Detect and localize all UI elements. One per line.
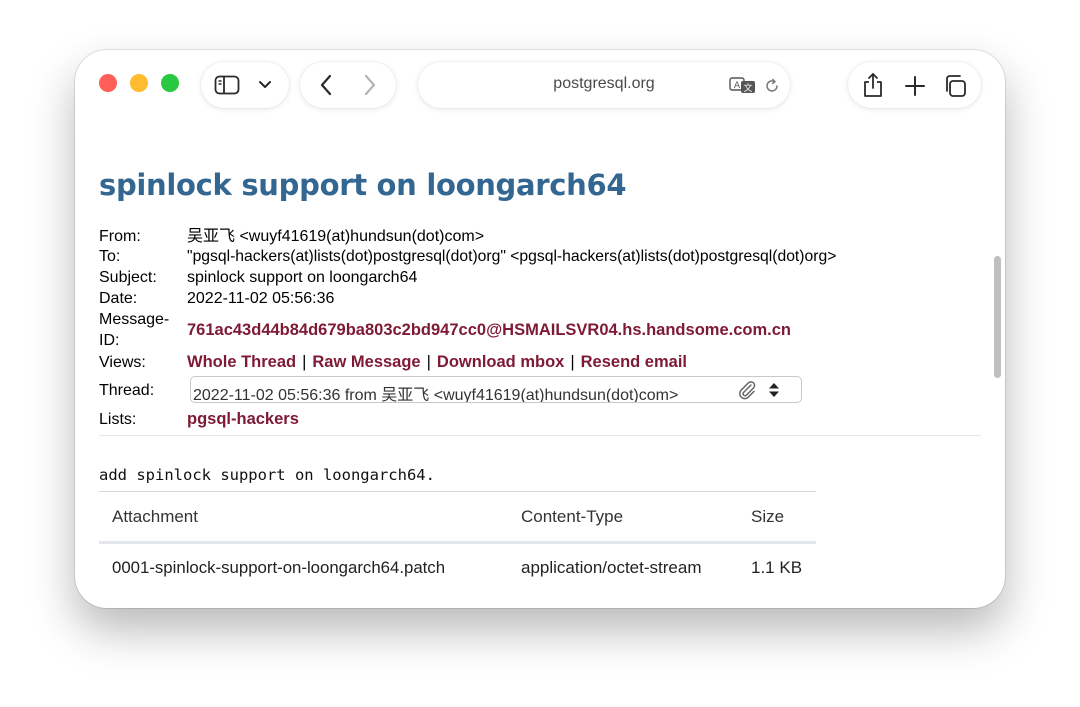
download-mbox-link[interactable]: Download mbox — [437, 353, 564, 371]
thread-select[interactable]: 2022-11-02 05:56:36 from 吴亚飞 <wuyf41619(… — [190, 376, 802, 403]
page-content: spinlock support on loongarch64 From: 吴亚… — [99, 120, 981, 608]
thread-label: Thread: — [99, 382, 155, 399]
table-top-border — [99, 491, 816, 492]
tab-overview-icon[interactable] — [941, 73, 969, 99]
views-label: Views: — [99, 354, 146, 371]
views-separator: | — [570, 353, 575, 371]
resend-email-link[interactable]: Resend email — [581, 353, 687, 371]
lists-label: Lists: — [99, 411, 137, 428]
share-icon[interactable] — [860, 71, 886, 99]
navigation-control — [300, 62, 396, 108]
to-value: "pgsql-hackers(at)lists(dot)postgresql(d… — [187, 248, 837, 265]
select-arrows-icon — [767, 381, 781, 402]
translate-icon[interactable]: A 文 — [729, 75, 757, 95]
subject-value: spinlock support on loongarch64 — [187, 269, 418, 286]
reload-icon[interactable] — [762, 76, 782, 96]
chevron-down-icon[interactable] — [255, 76, 275, 94]
sidebar-control — [201, 62, 289, 108]
forward-arrow-icon[interactable] — [358, 73, 382, 97]
whole-thread-link[interactable]: Whole Thread — [187, 353, 296, 371]
content-type-column-header: Content-Type — [521, 507, 624, 526]
new-tab-icon[interactable] — [902, 73, 928, 99]
thread-select-value: 2022-11-02 05:56:36 from 吴亚飞 <wuyf41619(… — [193, 387, 679, 403]
from-value: 吴亚飞 <wuyf41619(at)hundsun(dot)com> — [187, 228, 485, 245]
views-separator: | — [426, 353, 431, 371]
to-label: To: — [99, 248, 121, 265]
date-label: Date: — [99, 290, 138, 307]
attachment-link[interactable]: 0001-spinlock-support-on-loongarch64.pat… — [112, 558, 445, 578]
date-value: 2022-11-02 05:56:36 — [187, 290, 335, 307]
attachment-column-header: Attachment — [112, 507, 198, 526]
close-window-button[interactable] — [99, 74, 117, 92]
attachment-content-type: application/octet-stream — [521, 558, 702, 577]
lists-link[interactable]: pgsql-hackers — [187, 411, 299, 428]
attachment-size: 1.1 KB — [751, 558, 803, 577]
from-label: From: — [99, 228, 141, 245]
svg-text:A: A — [734, 81, 741, 91]
zoom-window-button[interactable] — [161, 74, 179, 92]
page-title: spinlock support on loongarch64 — [99, 168, 627, 202]
message-id-label-line1: Message- — [99, 311, 170, 328]
message-id-link[interactable]: 761ac43d44b84d679ba803c2bd947cc0@HSMAILS… — [187, 322, 791, 339]
window-actions — [848, 62, 981, 108]
browser-window: postgresql.org A 文 spinlock support on l… — [75, 50, 1005, 608]
address-bar[interactable]: postgresql.org A 文 — [418, 62, 790, 108]
vertical-scrollbar[interactable] — [994, 256, 1001, 378]
minimize-window-button[interactable] — [130, 74, 148, 92]
svg-text:文: 文 — [743, 82, 752, 94]
back-arrow-icon[interactable] — [314, 73, 338, 97]
size-column-header: Size — [751, 507, 785, 526]
sidebar-icon[interactable] — [213, 74, 241, 96]
raw-message-link[interactable]: Raw Message — [312, 353, 420, 371]
views-links: Whole Thread | Raw Message | Download mbox | R… — [187, 354, 687, 371]
table-header-border — [99, 541, 816, 544]
paperclip-icon — [736, 379, 758, 402]
header-divider — [99, 435, 981, 436]
message-body: add spinlock support on loongarch64. — [99, 466, 435, 484]
message-id-label: Message- ID: — [99, 311, 169, 349]
message-id-label-line2: ID: — [99, 332, 120, 349]
views-separator: | — [302, 353, 307, 371]
browser-toolbar: postgresql.org A 文 — [75, 50, 1005, 120]
subject-label: Subject: — [99, 269, 157, 286]
